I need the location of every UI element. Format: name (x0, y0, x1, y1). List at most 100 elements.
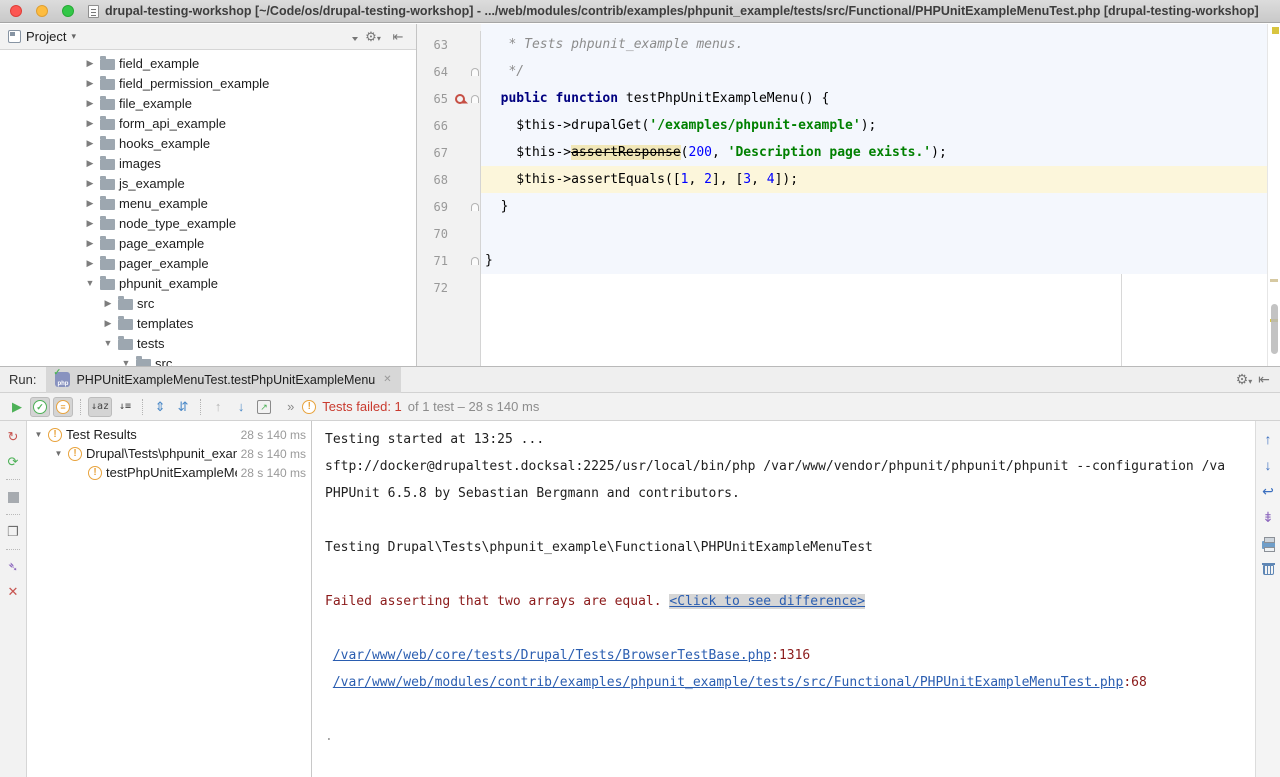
chevron-right-icon[interactable]: ▶ (84, 158, 96, 169)
test-tree-item[interactable]: ▼!Test Results28 s 140 ms (27, 425, 311, 444)
scrollbar-thumb[interactable] (1271, 304, 1278, 354)
chevron-right-icon[interactable]: ▶ (84, 178, 96, 189)
code-text[interactable]: $this->assertEquals([1, 2], [3, 4]); (481, 166, 1267, 193)
stop-icon[interactable] (5, 489, 21, 505)
restore-layout-icon[interactable]: ❐ (5, 524, 21, 540)
soft-wrap-icon[interactable]: ↩ (1260, 483, 1276, 499)
code-text[interactable]: $this->drupalGet('/examples/phpunit-exam… (481, 112, 1267, 139)
project-tree-item-pager_example[interactable]: ▶pager_example (0, 253, 416, 273)
scroll-to-end-icon[interactable]: ⇟ (1260, 509, 1276, 525)
code-text[interactable] (481, 220, 1267, 247)
chevron-down-icon[interactable]: ▼ (102, 338, 114, 348)
rerun-test-icon[interactable]: ⟳ (5, 454, 21, 470)
chevron-down-icon[interactable]: ▼ (120, 358, 132, 366)
project-tree-item-src[interactable]: ▼src (0, 353, 416, 366)
next-occurrence-icon[interactable]: ↓ (231, 397, 251, 417)
project-tree-item-src[interactable]: ▶src (0, 293, 416, 313)
gutter-line-63[interactable]: 63 (417, 31, 481, 58)
chevron-right-icon[interactable]: ▶ (84, 58, 96, 69)
gear-icon[interactable]: ⚙▾ (363, 29, 383, 45)
expand-all-icon[interactable]: ⇕ (150, 397, 170, 417)
chevron-right-icon[interactable]: ▶ (84, 138, 96, 149)
fold-marker-icon[interactable] (471, 95, 479, 103)
chevron-right-icon[interactable]: ▶ (102, 298, 114, 309)
close-icon[interactable]: ✕ (5, 584, 21, 600)
project-tree-item-hooks_example[interactable]: ▶hooks_example (0, 133, 416, 153)
code-text[interactable]: * Tests phpunit_example menus. (481, 31, 1267, 58)
code-text[interactable]: $this->assertResponse(200, 'Description … (481, 139, 1267, 166)
gutter-line-70[interactable]: 70 (417, 220, 481, 247)
sort-by-duration-icon[interactable]: ↓≡ (115, 397, 135, 417)
rerun-icon[interactable]: ▶ (7, 397, 27, 417)
project-tree-item-templates[interactable]: ▶templates (0, 313, 416, 333)
close-tab-icon[interactable]: ✕ (383, 374, 391, 385)
chevron-right-icon[interactable]: ▶ (84, 198, 96, 209)
test-console[interactable]: Testing started at 13:25 ...sftp://docke… (312, 421, 1255, 777)
chevron-right-icon[interactable]: ▶ (84, 118, 96, 129)
test-tree-item[interactable]: !testPhpUnitExampleMenu28 s 140 ms (27, 463, 311, 482)
project-tree-item-tests[interactable]: ▼tests (0, 333, 416, 353)
chevron-right-icon[interactable]: ▶ (84, 78, 96, 89)
previous-occurrence-icon[interactable]: ↑ (208, 397, 228, 417)
gutter-line-71[interactable]: 71 (417, 247, 481, 274)
gutter-line-72[interactable]: 72 (417, 274, 481, 301)
project-tree-item-phpunit_example[interactable]: ▼phpunit_example (0, 273, 416, 293)
code-text[interactable]: */ (481, 58, 1267, 85)
project-tree-item-file_example[interactable]: ▶file_example (0, 93, 416, 113)
gutter-line-67[interactable]: 67 (417, 139, 481, 166)
project-tree-item-images[interactable]: ▶images (0, 153, 416, 173)
zoom-window-button[interactable] (62, 5, 74, 17)
project-tree-item-menu_example[interactable]: ▶menu_example (0, 193, 416, 213)
chevron-right-icon[interactable]: ▶ (84, 98, 96, 109)
code-text[interactable]: public function testPhpUnitExampleMenu()… (481, 85, 1267, 112)
editor-scrollbar[interactable] (1267, 24, 1280, 366)
gear-icon[interactable]: ⚙▾ (1234, 371, 1254, 388)
project-view-selector[interactable]: Project (26, 29, 66, 44)
test-runner-settings-icon[interactable]: ➴ (5, 559, 21, 575)
console-link[interactable]: /var/www/web/modules/contrib/examples/ph… (333, 675, 1124, 690)
show-passed-icon[interactable]: ✓ (30, 397, 50, 417)
test-tree-item[interactable]: ▼!Drupal\Tests\phpunit_example\Functiona… (27, 444, 311, 463)
fold-marker-icon[interactable] (471, 203, 479, 211)
sort-alphabetically-icon[interactable]: ↓az (88, 397, 112, 417)
project-tree-item-field_example[interactable]: ▶field_example (0, 53, 416, 73)
close-window-button[interactable] (10, 5, 22, 17)
chevron-down-icon[interactable]: ▼ (84, 278, 96, 288)
chevron-down-icon[interactable]: ▼ (33, 430, 44, 439)
project-tree-item-field_permission_example[interactable]: ▶field_permission_example (0, 73, 416, 93)
gutter-line-66[interactable]: 66 (417, 112, 481, 139)
chevron-right-icon[interactable]: ▶ (84, 218, 96, 229)
code-text[interactable]: } (481, 247, 1267, 274)
print-icon[interactable] (1260, 535, 1276, 551)
fold-marker-icon[interactable] (471, 257, 479, 265)
console-link[interactable]: <Click to see difference> (669, 594, 865, 609)
rerun-failed-tests-icon[interactable]: ↻ (5, 429, 21, 445)
show-ignored-icon[interactable]: ≡ (53, 397, 73, 417)
project-tree-item-page_example[interactable]: ▶page_example (0, 233, 416, 253)
gutter-line-64[interactable]: 64 (417, 58, 481, 85)
down-the-stacktrace-icon[interactable]: ↓ (1260, 457, 1276, 473)
up-the-stacktrace-icon[interactable]: ↑ (1260, 431, 1276, 447)
project-tree-item-js_example[interactable]: ▶js_example (0, 173, 416, 193)
export-test-results-icon[interactable]: ↗ (254, 397, 274, 417)
code-text[interactable]: } (481, 193, 1267, 220)
code-editor[interactable]: 63 * Tests phpunit_example menus.64 */65… (417, 24, 1280, 366)
code-text[interactable] (481, 274, 1267, 301)
chevron-right-icon[interactable]: ▶ (84, 258, 96, 269)
chevron-right-icon[interactable]: ▶ (84, 238, 96, 249)
gutter-line-68[interactable]: 68 (417, 166, 481, 193)
console-link[interactable]: /var/www/web/core/tests/Drupal/Tests/Bro… (333, 648, 771, 663)
hide-panel-icon[interactable]: ⇤ (1254, 371, 1274, 388)
clear-all-icon[interactable] (1260, 561, 1276, 577)
project-tree-item-node_type_example[interactable]: ▶node_type_example (0, 213, 416, 233)
project-tree-item-form_api_example[interactable]: ▶form_api_example (0, 113, 416, 133)
gutter-line-69[interactable]: 69 (417, 193, 481, 220)
test-failed-icon[interactable] (455, 94, 465, 104)
fold-marker-icon[interactable] (471, 68, 479, 76)
gutter-line-65[interactable]: 65 (417, 85, 481, 112)
chevron-down-icon[interactable]: ▼ (53, 449, 64, 458)
chevron-right-icon[interactable]: ▶ (102, 318, 114, 329)
run-tab[interactable]: php ✓ PHPUnitExampleMenuTest.testPhpUnit… (46, 367, 400, 393)
minimize-window-button[interactable] (36, 5, 48, 17)
hide-panel-icon[interactable]: ⇤ (388, 29, 408, 45)
